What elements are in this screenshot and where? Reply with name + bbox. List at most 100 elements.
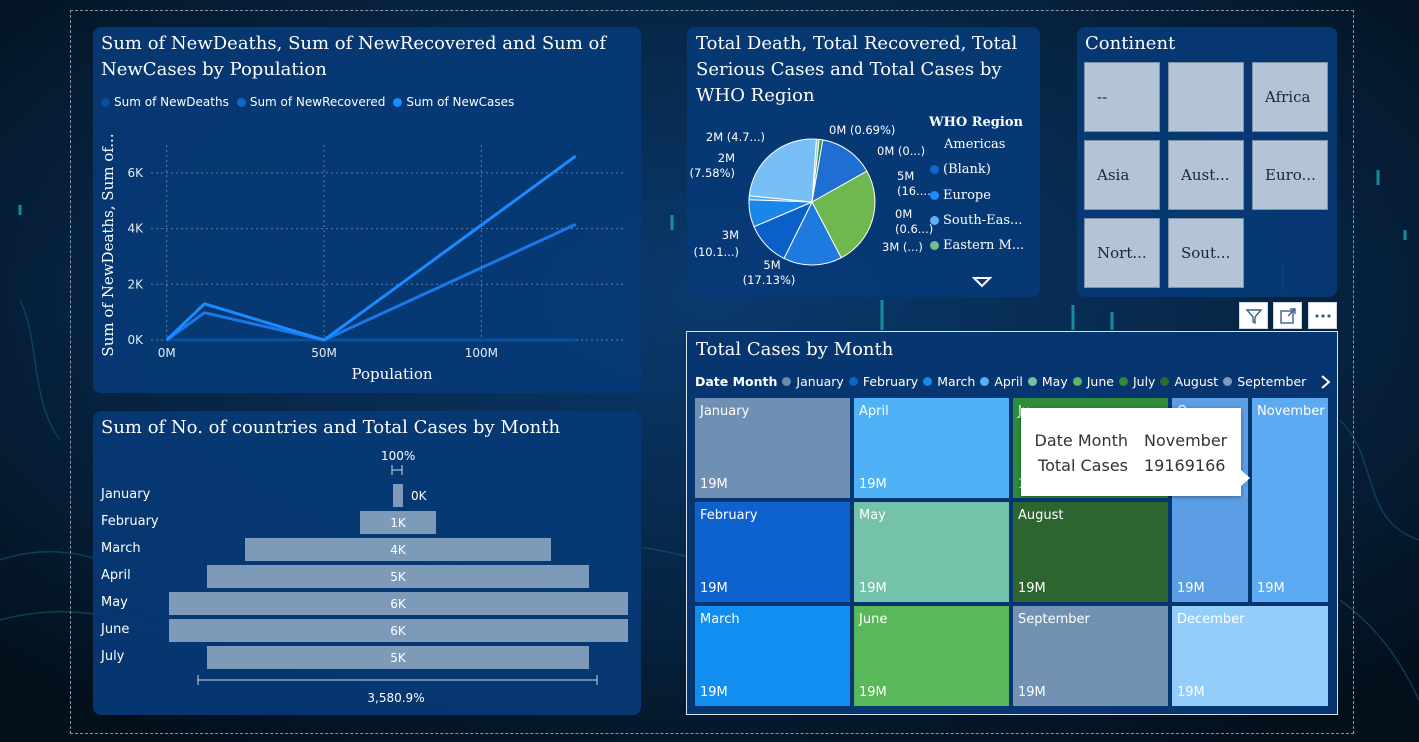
x-tick-label: 100M <box>465 346 498 360</box>
x-tick-label: 50M <box>311 346 337 360</box>
legend-dot <box>782 377 792 386</box>
cell-label: February <box>700 508 758 523</box>
dropdown-arrow-icon[interactable] <box>972 275 992 289</box>
legend-label[interactable]: June <box>1087 374 1114 389</box>
legend-next-icon[interactable] <box>1319 374 1331 390</box>
slicer-item-asia[interactable]: Asia <box>1084 140 1160 210</box>
cell-label: September <box>1018 612 1090 627</box>
focus-mode-icon[interactable] <box>1273 302 1302 329</box>
legend-label[interactable]: January <box>796 374 843 389</box>
slicer-item-label: Africa <box>1265 88 1311 106</box>
funnel-bottom-label: 3,580.9% <box>367 691 425 705</box>
slicer-item-label: Aust... <box>1181 166 1230 184</box>
y-tick-label: 0K <box>127 333 144 347</box>
pie-legend-eastern-med[interactable]: Eastern M... <box>930 238 1024 253</box>
treemap-cell-may[interactable]: May 19M <box>854 502 1009 602</box>
legend-label[interactable]: August <box>1174 374 1218 389</box>
treemap-legend: Date Month January February March April … <box>695 374 1306 389</box>
legend-label: (Blank) <box>943 162 991 177</box>
continent-slicer[interactable]: Continent -- Africa Asia Aust... Euro...… <box>1077 27 1337 297</box>
funnel-value-label: 5K <box>390 570 406 584</box>
treemap-cell-january[interactable]: January 19M <box>695 398 850 498</box>
filter-icon[interactable] <box>1239 302 1268 329</box>
tooltip: Date Month November Total Cases 19169166 <box>1021 408 1250 496</box>
slicer-item-australia[interactable]: Aust... <box>1168 140 1244 210</box>
treemap-cell-september[interactable]: September 19M <box>1013 606 1168 706</box>
funnel-chart-visual[interactable]: Sum of No. of countries and Total Cases … <box>93 411 641 715</box>
treemap-legend-title: Date Month <box>695 374 778 389</box>
legend-dot <box>1223 377 1233 386</box>
cell-value: 19M <box>1177 581 1205 596</box>
pie-legend-europe[interactable]: Europe <box>930 188 991 203</box>
pie-data-label: 0M (0.69%) <box>829 123 895 137</box>
treemap-cell-march[interactable]: March 19M <box>695 606 850 706</box>
legend-label[interactable]: April <box>994 374 1023 389</box>
pie-legend-americas[interactable]: Americas <box>944 137 1005 152</box>
cell-value: 19M <box>1018 685 1046 700</box>
cell-value: 19M <box>700 581 728 596</box>
legend-label[interactable]: July <box>1133 374 1155 389</box>
funnel-bar[interactable] <box>393 484 403 507</box>
slicer-item-europe[interactable]: Euro... <box>1252 140 1328 210</box>
funnel-category-label: May <box>101 595 128 610</box>
legend-label[interactable]: February <box>863 374 918 389</box>
pie-legend-south-east[interactable]: South-Eas... <box>930 213 1022 228</box>
x-tick-label: 0M <box>158 346 176 360</box>
line-chart-visual[interactable]: Sum of NewDeaths, Sum of NewRecovered an… <box>93 27 641 393</box>
cell-value: 19M <box>1177 685 1205 700</box>
more-options-icon[interactable] <box>1308 302 1337 329</box>
legend-label: South-Eas... <box>943 213 1023 228</box>
pie-chart-visual[interactable]: Total Death, Total Recovered, Total Seri… <box>687 27 1040 297</box>
legend-label[interactable]: March <box>937 374 975 389</box>
treemap-visual[interactable]: Total Cases by Month Date Month January … <box>686 331 1338 715</box>
cell-value: 19M <box>1257 581 1285 596</box>
legend-label[interactable]: September <box>1237 374 1306 389</box>
treemap-cell-august[interactable]: August 19M <box>1013 502 1168 602</box>
cell-label: January <box>700 404 750 419</box>
legend-label: Europe <box>943 188 991 203</box>
tooltip-value-month: November <box>1144 431 1228 450</box>
treemap-cell-november[interactable]: November 19M <box>1252 398 1328 602</box>
legend-dot <box>1072 377 1082 386</box>
cell-label: December <box>1177 612 1245 627</box>
funnel-title: Sum of No. of countries and Total Cases … <box>101 417 561 438</box>
cell-value: 19M <box>859 477 887 492</box>
treemap-cell-june[interactable]: June 19M <box>854 606 1009 706</box>
pie-legend-blank[interactable]: (Blank) <box>930 162 991 177</box>
legend-label[interactable]: May <box>1042 374 1068 389</box>
legend-dot <box>930 165 939 174</box>
treemap-cell-december[interactable]: December 19M <box>1172 606 1328 706</box>
slicer-item-label: Euro... <box>1265 166 1316 184</box>
slicer-item-north-america[interactable]: Nort... <box>1084 218 1160 288</box>
funnel-bottom-bracket <box>197 675 598 685</box>
slicer-item-south-america[interactable]: Sout... <box>1168 218 1244 288</box>
y-axis-title: Sum of NewDeaths, Sum of... <box>99 133 117 356</box>
treemap-cell-february[interactable]: February 19M <box>695 502 850 602</box>
tooltip-key-cases: Total Cases <box>1038 456 1128 475</box>
pie-data-label: 0M (0...) <box>877 144 925 158</box>
cell-value: 19M <box>859 685 887 700</box>
tooltip-key-month: Date Month <box>1034 431 1128 450</box>
cell-label: November <box>1257 404 1325 419</box>
legend-dot <box>1027 377 1037 386</box>
treemap-title: Total Cases by Month <box>696 339 894 360</box>
pie-data-label: 2M (4.7...) <box>706 130 765 144</box>
cell-value: 19M <box>700 477 728 492</box>
slicer-item-africa[interactable]: Africa <box>1252 62 1328 132</box>
slicer-item-label: Asia <box>1097 166 1130 184</box>
funnel-category-label: January <box>101 487 151 502</box>
pie-legend-title: WHO Region <box>929 115 1023 130</box>
legend-dot <box>848 377 858 386</box>
pie-data-label: (0.6...) <box>895 222 933 236</box>
slicer-item-empty[interactable] <box>1168 62 1244 132</box>
series-line-1 <box>165 223 577 342</box>
pie-data-label: 5M <box>897 169 914 183</box>
pie-data-label: (7.58%) <box>689 166 735 180</box>
funnel-value-label: 6K <box>390 597 406 611</box>
pie-data-label: (16.... <box>897 184 931 198</box>
treemap-cell-april[interactable]: April 19M <box>854 398 1009 498</box>
slicer-item-label: Nort... <box>1097 244 1147 262</box>
legend-dot <box>1118 377 1128 386</box>
cell-value: 19M <box>700 685 728 700</box>
slicer-item-dash[interactable]: -- <box>1084 62 1160 132</box>
